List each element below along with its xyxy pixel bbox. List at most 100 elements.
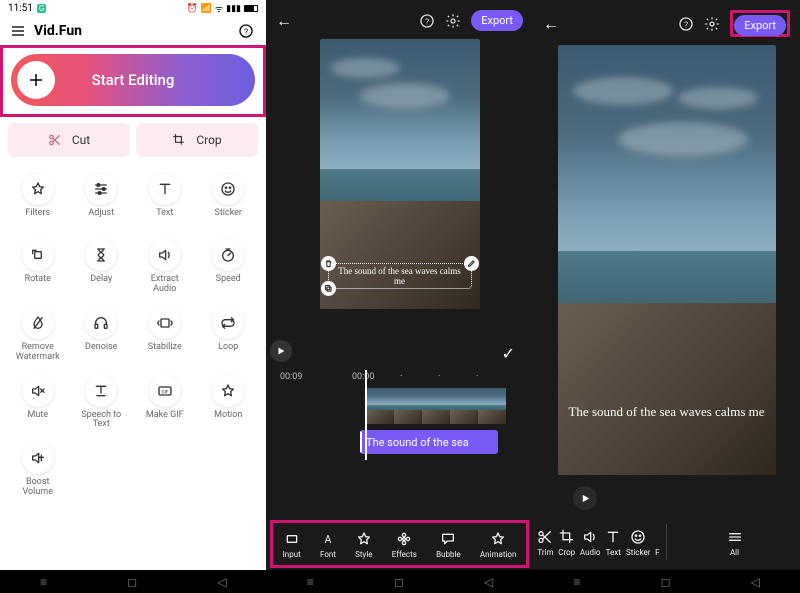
tool-loop[interactable]: Loop	[197, 305, 261, 369]
text-toolbar-highlight: Input AFont Style Effects Bubble Animation	[266, 520, 533, 570]
text-icon	[149, 173, 181, 205]
start-editing-button[interactable]: Start Editing	[11, 54, 255, 106]
text-tool-bubble[interactable]: Bubble	[436, 530, 461, 559]
tool-mute[interactable]: Mute	[6, 373, 70, 437]
timeline-text-track[interactable]: || The sound of the sea	[360, 430, 498, 454]
nav-back-icon[interactable]: ◁	[217, 575, 226, 589]
settings-icon[interactable]	[445, 13, 461, 29]
tool-denoise[interactable]: Denoise	[70, 305, 134, 369]
text-tool-effects[interactable]: Effects	[392, 530, 417, 559]
editor-tool-audio[interactable]: Audio	[580, 528, 601, 557]
status-bar: 11:51 G ⏰📶ᯤ▮▮▮	[0, 0, 266, 17]
tool-adjust[interactable]: Adjust	[70, 171, 134, 233]
svg-text:?: ?	[425, 17, 429, 27]
start-editing-highlight: Start Editing	[0, 45, 266, 117]
editor-tool-f[interactable]: F	[655, 528, 659, 557]
tool-sticker[interactable]: Sticker	[197, 171, 261, 233]
export-button[interactable]: Export	[734, 15, 786, 36]
back-icon[interactable]: ←	[276, 11, 292, 31]
nav-back-icon[interactable]: ◁	[751, 575, 760, 589]
back-icon[interactable]: ←	[543, 14, 559, 34]
svg-text:A: A	[324, 533, 331, 546]
status-icons: ⏰📶ᯤ▮▮▮	[186, 2, 258, 15]
scissors-icon	[48, 133, 62, 147]
preview-canvas[interactable]: The sound of the sea waves calms me	[320, 39, 480, 309]
speaker-out-icon	[149, 239, 181, 271]
tool-speed[interactable]: Speed	[197, 237, 261, 301]
copy-handle-icon[interactable]	[321, 281, 336, 296]
tool-extract-audio[interactable]: ExtractAudio	[133, 237, 197, 301]
export-button[interactable]: Export	[471, 10, 523, 31]
g-badge: G	[37, 4, 46, 13]
crop-button[interactable]: Crop	[136, 123, 258, 157]
text-tool-font[interactable]: AFont	[320, 530, 336, 559]
preview-canvas-final[interactable]: The sound of the sea waves calms me	[558, 45, 776, 475]
play-button[interactable]	[573, 486, 597, 510]
tool-text[interactable]: Text	[133, 171, 197, 233]
cut-button[interactable]: Cut	[8, 123, 130, 157]
track-grip[interactable]: ||	[360, 430, 362, 454]
tool-boost-volume[interactable]: BoostVolume	[6, 440, 70, 504]
help-icon[interactable]: ?	[238, 23, 254, 39]
loop-icon	[212, 307, 244, 339]
tool-stabilize[interactable]: Stabilize	[133, 305, 197, 369]
mute-icon	[22, 375, 54, 407]
playhead[interactable]	[365, 370, 367, 460]
stabilize-icon	[149, 307, 181, 339]
text-overlay-box[interactable]: The sound of the sea waves calms me	[328, 263, 472, 289]
tool-delay[interactable]: Delay	[70, 237, 134, 301]
play-button[interactable]	[270, 340, 292, 362]
settings-icon[interactable]	[704, 16, 720, 32]
tool-filters[interactable]: Filters	[6, 171, 70, 233]
nav-recent-icon[interactable]: ≡	[573, 575, 580, 589]
tool-make-gif[interactable]: GIFMake GIF	[133, 373, 197, 437]
timeline-clip[interactable]	[366, 388, 506, 424]
text-tool-input[interactable]: Input	[283, 530, 301, 559]
app-header: Vid.Fun ?	[0, 17, 266, 45]
start-editing-label: Start Editing	[92, 71, 175, 89]
rotate-icon	[22, 239, 54, 271]
tool-remove-watermark[interactable]: RemoveWatermark	[6, 305, 70, 369]
menu-icon[interactable]	[10, 23, 26, 39]
editor-tool-crop[interactable]: Crop	[558, 528, 575, 557]
final-caption: The sound of the sea waves calms me	[558, 404, 776, 420]
svg-text:GIF: GIF	[161, 389, 168, 395]
gif-icon: GIF	[149, 375, 181, 407]
tool-rotate[interactable]: Rotate	[6, 237, 70, 301]
editor-tool-trim[interactable]: Trim	[537, 528, 553, 557]
boost-icon	[22, 442, 54, 474]
tool-speech-to-text[interactable]: Speech toText	[70, 373, 134, 437]
text-tool-style[interactable]: Style	[355, 530, 372, 559]
A-icon: A	[320, 530, 336, 548]
nav-back-icon[interactable]: ◁	[484, 575, 493, 589]
nav-recent-icon[interactable]: ≡	[307, 575, 314, 589]
crop-icon	[172, 133, 186, 147]
editor-tool-sticker[interactable]: Sticker	[626, 528, 650, 557]
app-title: Vid.Fun	[34, 23, 82, 39]
confirm-icon[interactable]: ✓	[502, 344, 515, 363]
nav-home-icon[interactable]: ◻	[661, 575, 671, 589]
flower-icon	[396, 530, 412, 548]
all-icon	[727, 528, 743, 546]
nav-home-icon[interactable]: ◻	[127, 575, 137, 589]
drop-icon	[22, 307, 54, 339]
crop-icon	[559, 528, 575, 546]
edit-handle-icon[interactable]	[464, 256, 479, 271]
tool-motion[interactable]: Motion	[197, 373, 261, 437]
text-tool-animation[interactable]: Animation	[480, 530, 517, 559]
nav-home-icon[interactable]: ◻	[394, 575, 404, 589]
speed-icon	[212, 239, 244, 271]
help-icon[interactable]: ?	[419, 13, 435, 29]
delete-handle-icon[interactable]	[321, 256, 336, 271]
star-s-icon	[490, 530, 506, 548]
status-time: 11:51	[8, 3, 33, 14]
help-icon[interactable]: ?	[678, 16, 694, 32]
star-s-icon	[356, 530, 372, 548]
editor-tool-all[interactable]: All	[727, 528, 743, 557]
scissors-icon	[537, 528, 553, 546]
sliders-icon	[85, 173, 117, 205]
nav-recent-icon[interactable]: ≡	[40, 575, 47, 589]
android-navbar: ≡ ◻ ◁ ≡ ◻ ◁ ≡ ◻ ◁	[0, 570, 800, 593]
export-highlight: Export	[730, 10, 790, 37]
editor-tool-text[interactable]: Text	[605, 528, 621, 557]
